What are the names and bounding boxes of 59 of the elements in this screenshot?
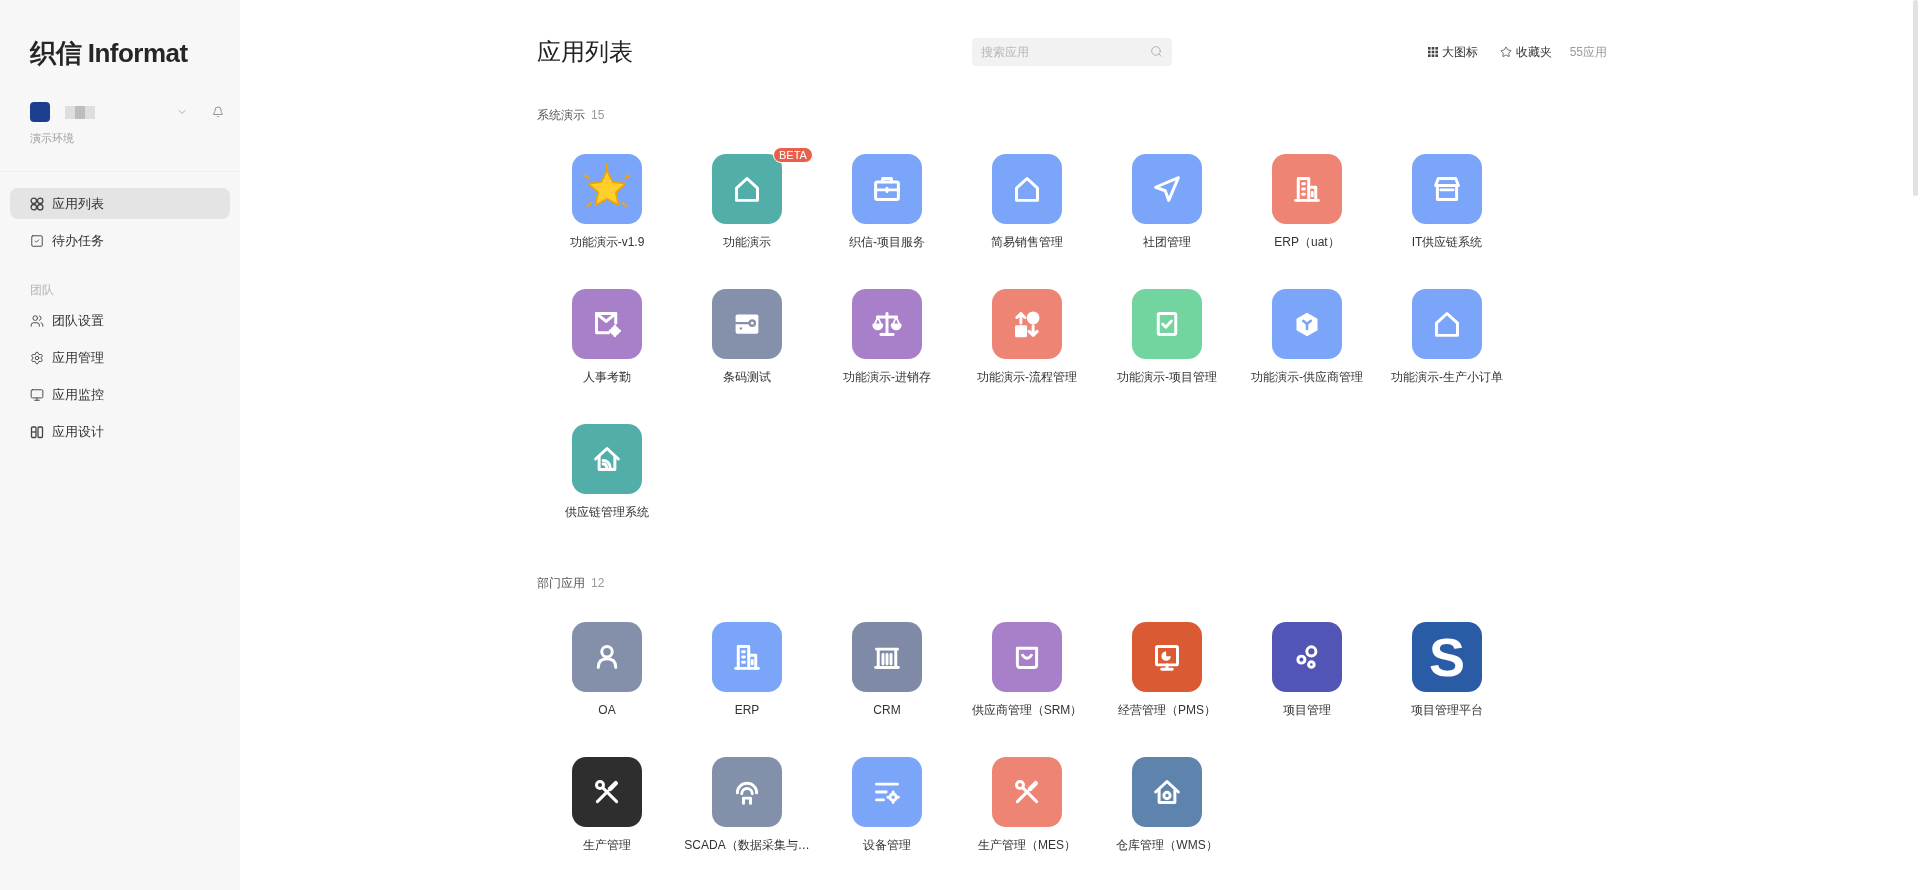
app-item[interactable]: 经营管理（PMS） <box>1097 614 1237 719</box>
columns-icon <box>30 424 44 439</box>
letter-logo: S <box>1412 622 1482 692</box>
app-item[interactable]: S 项目管理平台 <box>1377 614 1517 719</box>
environment-label: 演示环境 <box>30 131 75 145</box>
bell-icon[interactable] <box>212 106 224 118</box>
view-mode-button[interactable]: 大图标 <box>1427 43 1478 61</box>
favorites-button[interactable]: 收藏夹 <box>1499 43 1552 61</box>
section-title: 系统演示 <box>537 107 585 124</box>
beta-badge: BETA <box>773 147 813 163</box>
app-item[interactable]: BETA 功能演示 <box>677 146 817 251</box>
monitor-icon <box>30 387 44 402</box>
app-item[interactable]: 项目管理 <box>1237 614 1377 719</box>
search-icon[interactable] <box>1150 45 1163 58</box>
app-item[interactable]: 人事考勤 <box>537 281 677 386</box>
app-count: 55应用 <box>1569 43 1607 61</box>
app-item[interactable]: ERP（uat） <box>1237 146 1377 251</box>
app-item[interactable]: 功能演示-供应商管理 <box>1237 281 1377 386</box>
app-item[interactable]: 设备管理 <box>817 749 957 854</box>
nav-item[interactable]: 应用管理 <box>10 342 230 373</box>
blurred-name <box>65 105 95 119</box>
app-item[interactable]: SCADA（数据采集与… <box>677 749 817 854</box>
section-count: 15 <box>591 107 605 124</box>
checkbox-icon <box>30 233 44 248</box>
section-count: 12 <box>591 575 605 592</box>
app-item[interactable]: 功能演示-进销存 <box>817 281 957 386</box>
scrollbar-thumb[interactable] <box>1913 0 1918 196</box>
page-title: 应用列表 <box>537 37 633 67</box>
app-item[interactable]: 仓库管理（WMS） <box>1097 749 1237 854</box>
nav-item[interactable]: 应用监控 <box>10 379 230 410</box>
app-item[interactable]: 功能演示-项目管理 <box>1097 281 1237 386</box>
logo: 织信 Informat <box>28 37 189 70</box>
settings-icon <box>30 350 44 365</box>
app-item[interactable]: 条码测试 <box>677 281 817 386</box>
four-circles-icon <box>30 196 44 211</box>
app-item[interactable]: 简易销售管理 <box>957 146 1097 251</box>
app-item[interactable]: 生产管理（MES） <box>957 749 1097 854</box>
nav-item[interactable]: 应用设计 <box>10 416 230 447</box>
star-icon <box>1499 46 1512 58</box>
app-item[interactable]: ERP <box>677 614 817 719</box>
nav-item[interactable]: 待办任务 <box>10 225 230 256</box>
app-item[interactable]: CRM <box>817 614 957 719</box>
app-item[interactable]: 供应商管理（SRM） <box>957 614 1097 719</box>
group-heading: 团队 <box>29 282 55 299</box>
app-item[interactable]: 功能演示-流程管理 <box>957 281 1097 386</box>
app-item[interactable]: 社团管理 <box>1097 146 1237 251</box>
app-item[interactable]: 功能演示-v1.9 <box>537 146 677 251</box>
section-title: 部门应用 <box>537 575 585 592</box>
app-item[interactable]: 功能演示-生产小订单 <box>1377 281 1517 386</box>
dots-grid-icon <box>1427 47 1438 57</box>
nav-item[interactable]: 应用列表 <box>10 188 230 219</box>
app-item[interactable]: OA <box>537 614 677 719</box>
nav-item[interactable]: 团队设置 <box>10 305 230 336</box>
app-item[interactable]: 供应链管理系统 <box>537 416 677 521</box>
people-icon <box>30 313 44 328</box>
app-item[interactable]: 织信-项目服务 <box>817 146 957 251</box>
app-item[interactable]: IT供应链系统 <box>1377 146 1517 251</box>
avatar-placeholder[interactable] <box>30 102 50 122</box>
app-item[interactable]: 生产管理 <box>537 749 677 854</box>
